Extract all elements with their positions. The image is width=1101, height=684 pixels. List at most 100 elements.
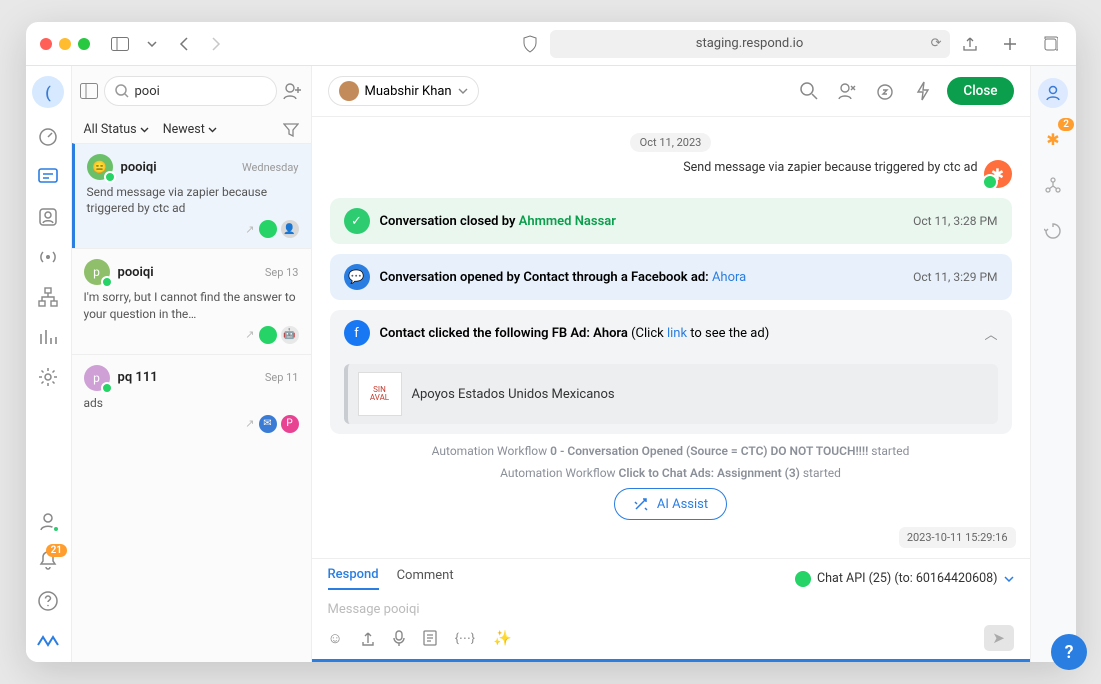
outgoing-message: Send message via zapier because triggere… [466, 160, 1012, 188]
search-conversation-icon[interactable] [795, 77, 823, 105]
ad-card[interactable]: SINAVAL Apoyos Estados Unidos Mexicanos [344, 364, 998, 424]
conversation-preview: Send message via zapier because triggere… [87, 184, 299, 216]
tab-respond[interactable]: Respond [328, 567, 379, 590]
ad-link[interactable]: Ahora [712, 270, 746, 285]
open-arrow-icon: ↗ [245, 328, 254, 341]
composer: Respond Comment Chat API (25) (to: 60164… [312, 558, 1030, 662]
back-icon[interactable] [172, 32, 196, 56]
send-button[interactable]: ➤ [984, 625, 1014, 651]
event-conversation-opened: 💬 Conversation opened by Contact through… [330, 254, 1012, 300]
attach-icon[interactable] [361, 630, 375, 646]
event-text: Conversation opened by Contact through a… [380, 270, 747, 285]
emoji-icon[interactable]: ☺ [328, 629, 343, 647]
fb-ad-link[interactable]: link [667, 326, 687, 341]
contacts-icon[interactable] [37, 206, 59, 228]
message-text: Send message via zapier because triggere… [683, 160, 977, 175]
add-contact-icon[interactable] [283, 82, 303, 100]
event-conversation-closed: ✓ Conversation closed by Ahmmed Nassar O… [330, 198, 1012, 244]
ad-title: Apoyos Estados Unidos Mexicanos [412, 387, 615, 402]
check-circle-icon: ✓ [344, 208, 370, 234]
reports-icon[interactable] [37, 326, 59, 348]
brand-logo-icon [37, 630, 59, 652]
variable-icon[interactable]: {⋯} [455, 631, 475, 645]
contact-name: pq 111 [118, 370, 158, 385]
conversation-time: Sep 11 [265, 371, 299, 384]
open-arrow-icon: ↗ [245, 417, 254, 430]
sidebar-toggle-icon[interactable] [108, 32, 132, 56]
new-tab-icon[interactable] [998, 32, 1022, 56]
assignee-picker[interactable]: Muabshir Khan [328, 76, 479, 106]
conversation-item[interactable]: p pooiqi Sep 13 I'm sorry, but I cannot … [72, 248, 311, 353]
url-bar[interactable]: staging.respond.io ⟳ [550, 30, 950, 58]
inbox-icon[interactable] [37, 166, 59, 188]
assign-icon[interactable] [833, 77, 861, 105]
whatsapp-icon [795, 571, 811, 587]
dashboard-icon[interactable] [37, 126, 59, 148]
close-button[interactable]: Close [947, 77, 1013, 105]
filter-icon[interactable] [283, 123, 299, 137]
search-input[interactable]: pooi [104, 76, 277, 106]
ai-wand-icon[interactable]: ✨ [493, 629, 512, 647]
workspace-avatar[interactable]: ( [32, 76, 64, 108]
conversation-panel: Muabshir Khan Close Oct 11, 2023 Send me… [312, 66, 1030, 662]
maximize-window-icon[interactable] [78, 38, 90, 50]
shield-icon[interactable] [518, 32, 542, 56]
right-sidebar: ✱2 [1030, 66, 1076, 662]
conversation-item[interactable]: p pq 111 Sep 11 ads ↗ ✉ P [72, 354, 311, 443]
close-window-icon[interactable] [40, 38, 52, 50]
message-thread: Oct 11, 2023 Send message via zapier bec… [312, 117, 1030, 558]
app-window: staging.respond.io ⟳ ( 21 [26, 22, 1076, 662]
history-icon[interactable] [1038, 216, 1068, 246]
channel-picker[interactable]: Chat API (25) (to: 60164420608) [795, 571, 1013, 587]
collapse-icon[interactable]: ︿ [984, 324, 997, 343]
workflow-icon[interactable] [909, 77, 937, 105]
contact-avatar: p [84, 365, 110, 391]
chevron-down-icon[interactable] [140, 32, 164, 56]
snooze-icon[interactable] [871, 77, 899, 105]
notifications-icon[interactable]: 21 [37, 550, 59, 572]
tabs-icon[interactable] [1038, 32, 1062, 56]
minimize-window-icon[interactable] [59, 38, 71, 50]
share-icon[interactable] [958, 32, 982, 56]
ai-assist-button[interactable]: AI Assist [614, 488, 727, 520]
assignee-name: Muabshir Khan [365, 84, 452, 99]
settings-icon[interactable] [37, 366, 59, 388]
activity-icon[interactable] [1038, 170, 1068, 200]
event-time: Oct 11, 3:28 PM [913, 214, 997, 228]
conversation-item[interactable]: 😑 pooiqi Wednesday Send message via zapi… [72, 143, 311, 248]
reload-icon[interactable]: ⟳ [931, 36, 942, 51]
voice-icon[interactable] [393, 630, 405, 646]
user-presence-icon[interactable] [37, 510, 59, 532]
browser-titlebar: staging.respond.io ⟳ [26, 22, 1076, 66]
messenger-chip-icon: ✉ [259, 415, 277, 433]
help-icon[interactable] [37, 590, 59, 612]
search-value: pooi [135, 84, 160, 99]
inbox-view-icon[interactable] [80, 83, 98, 99]
contact-name: pooiqi [118, 265, 154, 280]
conversation-preview: ads [84, 395, 299, 411]
message-input[interactable] [328, 602, 1014, 617]
zapier-panel-icon[interactable]: ✱2 [1038, 124, 1068, 154]
forward-icon[interactable] [204, 32, 228, 56]
conversation-time: Wednesday [242, 161, 299, 174]
bot-chip-icon: 🤖 [281, 326, 299, 344]
workflows-icon[interactable] [37, 286, 59, 308]
whatsapp-chip-icon [259, 220, 277, 238]
timestamp-note: 2023-10-11 15:29:16 [899, 527, 1016, 548]
contact-name: pooiqi [121, 160, 157, 175]
inbox-panel: pooi All Status Newest 😑 pooiqi Wednesda… [72, 66, 312, 662]
sort-filter[interactable]: Newest [163, 122, 217, 137]
broadcast-icon[interactable] [37, 246, 59, 268]
automation-log: Automation Workflow Click to Chat Ads: A… [330, 466, 1012, 480]
zap-badge: 2 [1058, 118, 1074, 131]
chat-icon: 💬 [344, 264, 370, 290]
event-time: Oct 11, 3:29 PM [913, 270, 997, 284]
contact-details-icon[interactable] [1038, 78, 1068, 108]
tab-comment[interactable]: Comment [397, 568, 454, 589]
status-filter[interactable]: All Status [84, 122, 149, 137]
left-nav: ( 21 [26, 66, 72, 662]
event-text: Conversation closed by Ahmmed Nassar [380, 214, 616, 229]
template-icon[interactable] [423, 630, 437, 646]
date-separator: Oct 11, 2023 [630, 133, 712, 152]
contact-avatar: p [84, 259, 110, 285]
